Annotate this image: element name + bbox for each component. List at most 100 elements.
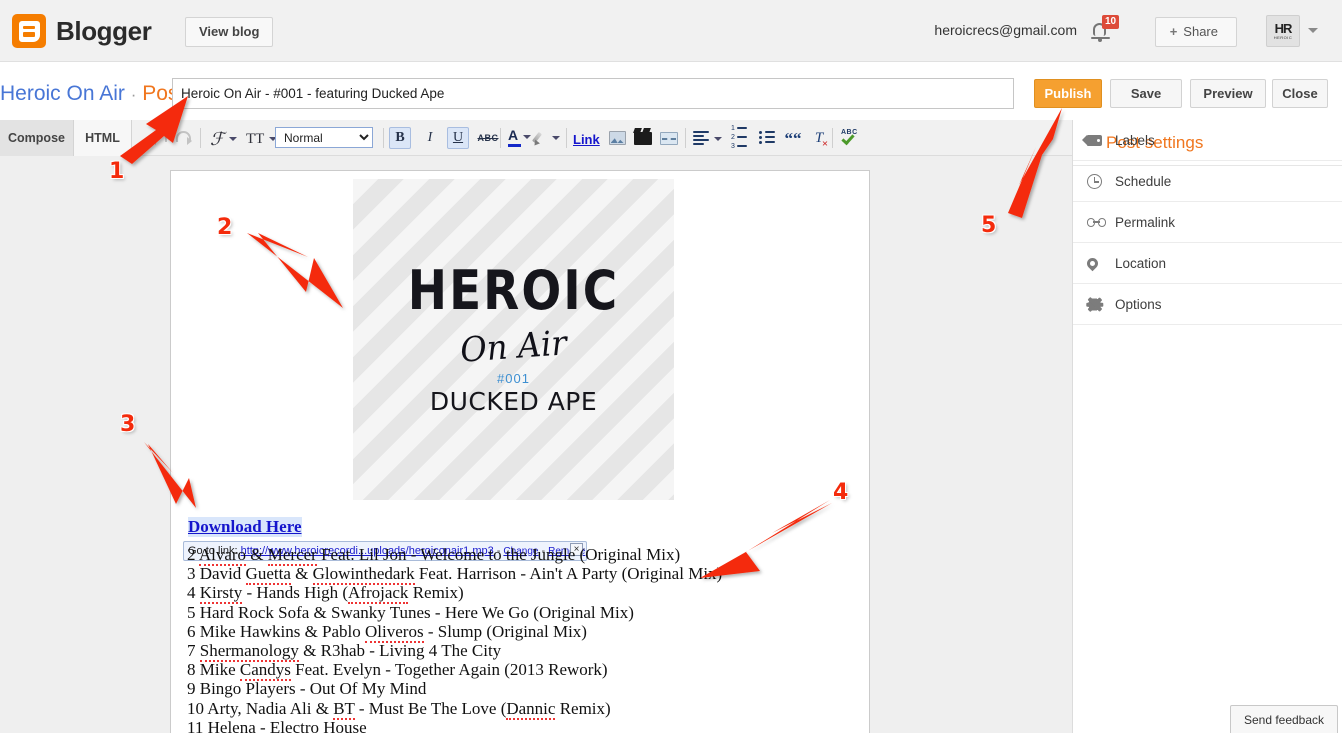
bullet-list-icon: [759, 131, 777, 146]
spellcheck-button[interactable]: ABC: [839, 127, 861, 149]
annotation-number-2: 2: [217, 215, 232, 240]
chevron-down-icon[interactable]: [1308, 28, 1318, 33]
preview-button[interactable]: Preview: [1190, 79, 1266, 108]
annotation-number-1: 1: [109, 159, 124, 184]
italic-label: I: [428, 130, 433, 146]
chevron-down-icon: [552, 136, 560, 140]
bold-label: B: [395, 130, 404, 146]
blockquote-icon: ““: [785, 130, 802, 147]
redo-button[interactable]: [176, 131, 191, 142]
chevron-down-icon: [523, 135, 531, 139]
list-item: 11 Helena - Electro House: [187, 718, 847, 733]
blogger-logo-icon: [12, 14, 46, 48]
remove-formatting-icon: T: [815, 130, 823, 147]
close-button[interactable]: Close: [1272, 79, 1328, 108]
sidebar-item-location[interactable]: Location: [1073, 243, 1342, 284]
post-body[interactable]: HEROIC On Air #001 DUCKED APE Download H…: [170, 170, 870, 733]
list-item: 4 Kirsty - Hands High (Afrojack Remix): [187, 583, 847, 602]
cover-script-text: On Air: [360, 316, 667, 377]
font-size-button[interactable]: TT: [246, 128, 277, 150]
redo-icon: [176, 131, 191, 142]
sidebar-item-labels[interactable]: Labels: [1073, 120, 1342, 161]
clock-icon: [1087, 174, 1115, 189]
blog-name-label[interactable]: Heroic On Air: [0, 82, 125, 105]
blogger-brand[interactable]: Blogger: [12, 14, 151, 48]
editor-canvas[interactable]: HEROIC On Air #001 DUCKED APE Download H…: [0, 156, 1072, 733]
sidebar-item-label: Schedule: [1115, 174, 1171, 189]
share-button[interactable]: + Share: [1155, 17, 1237, 47]
view-blog-button[interactable]: View blog: [185, 17, 273, 47]
sidebar-item-options[interactable]: Options: [1073, 284, 1342, 325]
sidebar-item-label: Permalink: [1115, 215, 1175, 230]
sidebar-item-label: Labels: [1115, 133, 1155, 148]
highlight-pen-icon: [532, 132, 547, 145]
undo-button[interactable]: [152, 131, 167, 142]
list-item: 7 Shermanology & R3hab - Living 4 The Ci…: [187, 641, 847, 660]
avatar-initials: HR: [1275, 23, 1292, 35]
strikethrough-button[interactable]: ABC: [477, 127, 499, 149]
notifications-button[interactable]: 10: [1090, 17, 1120, 47]
chevron-down-icon: [229, 137, 237, 141]
plus-icon: +: [1170, 24, 1178, 39]
insert-image-button[interactable]: [606, 127, 628, 149]
font-family-button[interactable]: ℱ: [210, 128, 237, 150]
publish-button[interactable]: Publish: [1034, 79, 1102, 108]
share-label: Share: [1183, 24, 1218, 39]
sidebar-item-label: Location: [1115, 256, 1166, 271]
annotation-number-3: 3: [120, 412, 135, 437]
brand-name-label: Blogger: [56, 16, 151, 47]
list-item: 5 Hard Rock Sofa & Swanky Tunes - Here W…: [187, 603, 847, 622]
list-item: 3 David Guetta & Glowinthedark Feat. Har…: [187, 564, 847, 583]
font-size-icon: TT: [246, 131, 264, 148]
cover-brand-text: HEROIC: [350, 258, 677, 322]
download-link[interactable]: Download Here: [188, 517, 302, 537]
sidebar-item-label: Options: [1115, 297, 1162, 312]
jump-break-icon: [660, 132, 678, 145]
list-item: 10 Arty, Nadia Ali & BT - Must Be The Lo…: [187, 699, 847, 718]
insert-video-button[interactable]: [632, 127, 654, 149]
avatar[interactable]: HR HEROIC: [1266, 15, 1300, 47]
font-family-icon: ℱ: [210, 129, 224, 150]
sidebar-item-schedule[interactable]: Schedule: [1073, 161, 1342, 202]
sidebar-item-permalink[interactable]: Permalink: [1073, 202, 1342, 243]
text-color-button[interactable]: A: [508, 126, 531, 148]
save-button[interactable]: Save: [1110, 79, 1182, 108]
top-navigation-bar: Blogger View blog heroicrecs@gmail.com 1…: [0, 0, 1342, 62]
underline-label: U: [453, 130, 463, 146]
list-item: 9 Bingo Players - Out Of My Mind: [187, 679, 847, 698]
link-icon: [1087, 218, 1115, 227]
bullet-list-button[interactable]: [757, 127, 779, 149]
chevron-down-icon: [714, 137, 722, 141]
notification-count-badge: 10: [1102, 15, 1119, 29]
underline-button[interactable]: U: [447, 127, 469, 149]
blockquote-button[interactable]: ““: [782, 127, 804, 149]
account-email-label: heroicrecs@gmail.com: [934, 22, 1077, 38]
numbered-list-button[interactable]: 1 2 3: [729, 127, 751, 149]
post-settings-sidebar: Post settings Labels Schedule Permalink …: [1072, 120, 1342, 733]
bold-button[interactable]: B: [389, 127, 411, 149]
insert-image-icon: [609, 131, 626, 145]
list-item: 6 Mike Hawkins & Pablo Oliveros - Slump …: [187, 622, 847, 641]
align-button[interactable]: [693, 128, 722, 150]
highlight-button[interactable]: [532, 127, 560, 149]
remove-formatting-button[interactable]: T: [808, 127, 830, 149]
send-feedback-button[interactable]: Send feedback: [1230, 705, 1338, 733]
post-title-input[interactable]: [172, 78, 1014, 109]
tab-html[interactable]: HTML: [74, 120, 132, 156]
annotation-number-4: 4: [833, 480, 848, 505]
text-color-icon: A: [508, 127, 518, 147]
format-select[interactable]: NormalHeadingSubheadingMinor heading: [275, 127, 373, 148]
list-item: 2 Alvaro & Mercer Feat. Lil Jon - Welcom…: [187, 545, 847, 564]
breadcrumb-separator: ·: [131, 85, 137, 104]
tracklist[interactable]: 2 Alvaro & Mercer Feat. Lil Jon - Welcom…: [187, 545, 847, 733]
insert-link-button[interactable]: Link: [573, 128, 600, 150]
italic-button[interactable]: I: [419, 127, 441, 149]
gear-icon: [1087, 297, 1115, 312]
cover-episode-number: #001: [353, 371, 674, 386]
jump-break-button[interactable]: [658, 127, 680, 149]
undo-icon: [152, 131, 167, 142]
list-item: 8 Mike Candys Feat. Evelyn - Together Ag…: [187, 660, 847, 679]
map-pin-icon: [1087, 258, 1115, 269]
tab-compose[interactable]: Compose: [0, 120, 74, 156]
cover-image[interactable]: HEROIC On Air #001 DUCKED APE: [353, 179, 674, 500]
